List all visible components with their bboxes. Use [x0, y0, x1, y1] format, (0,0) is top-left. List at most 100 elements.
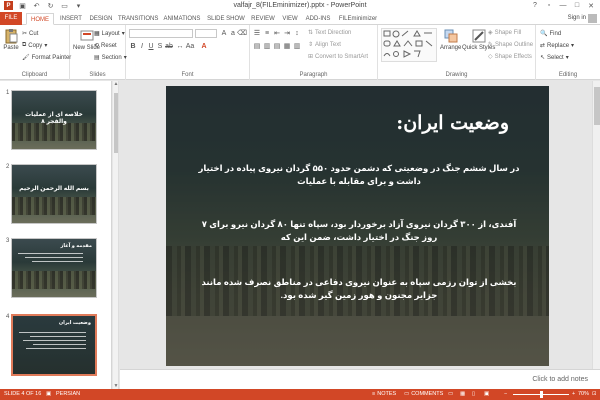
justify-icon[interactable]: ▦ — [283, 42, 291, 50]
slide-title[interactable]: وضعیت ایران: — [396, 112, 509, 134]
font-name-box[interactable] — [129, 29, 193, 38]
format-painter-button[interactable]: 🖌 Format Painter — [22, 54, 71, 62]
spelling-check-icon[interactable]: ▣ — [46, 391, 51, 397]
language-indicator[interactable]: PERSIAN — [56, 391, 80, 397]
underline-icon[interactable]: U — [147, 42, 155, 50]
zoom-level[interactable]: 70% — [578, 391, 589, 397]
chevron-down-icon: ▾ — [44, 43, 48, 49]
increase-font-size-icon[interactable]: A — [220, 29, 228, 37]
comment-icon: ▭ — [404, 391, 410, 397]
numbering-icon[interactable]: ≡ — [263, 29, 271, 37]
italic-icon[interactable]: I — [138, 42, 146, 50]
help-button[interactable]: ? — [528, 0, 542, 11]
shadow-icon[interactable]: S — [156, 42, 164, 50]
avatar[interactable] — [588, 14, 597, 23]
notes-placeholder[interactable]: Click to add notes — [532, 376, 588, 383]
notes-icon: ≡ — [372, 391, 376, 397]
paint-bucket-icon: ◈ — [488, 30, 493, 36]
bold-icon[interactable]: B — [129, 42, 137, 50]
change-case-icon[interactable]: Aa — [186, 42, 195, 50]
tab-home[interactable]: HOME — [26, 13, 54, 25]
slide-show-view-icon[interactable]: ▣ — [484, 391, 489, 397]
find-button[interactable]: 🔍 Find — [540, 30, 561, 38]
tab-design[interactable]: DESIGN — [88, 13, 114, 25]
tab-animations[interactable]: ANIMATIONS — [162, 13, 202, 25]
clear-formatting-icon[interactable]: ⌫ — [237, 29, 247, 37]
slide-bullet-3[interactable]: بخشی از توان رزمی سپاه به عنوان نیروی دف… — [194, 276, 524, 302]
normal-view-icon[interactable]: ▭ — [448, 391, 453, 397]
scrollbar-thumb[interactable] — [114, 93, 118, 153]
decrease-font-size-icon[interactable]: a — [229, 29, 237, 37]
ribbon: Paste ✂ Cut ⧉ Copy ▾ 🖌 Format Painter Clipbo… — [0, 25, 600, 80]
tab-slide-show[interactable]: SLIDE SHOW — [206, 13, 246, 25]
reset-button[interactable]: ⟲ Reset — [94, 42, 117, 50]
thumbnail-scrollbar[interactable]: ▲ ▼ — [113, 81, 119, 389]
line-spacing-icon[interactable]: ↕ — [293, 29, 301, 37]
slide-counter: SLIDE 4 OF 16 — [4, 391, 42, 397]
new-slide-icon — [79, 28, 95, 44]
thumbnail-number: 2 — [6, 164, 10, 170]
comments-toggle-button[interactable]: ▭ COMMENTS — [404, 391, 443, 397]
slide-thumbnail-3[interactable]: مقدمه و آغاز — [11, 238, 97, 298]
increase-indent-icon[interactable]: ⇥ — [283, 29, 291, 37]
notes-toggle-button[interactable]: ≡ NOTES — [372, 391, 396, 397]
sign-in-link[interactable]: Sign in — [568, 15, 586, 21]
tab-file[interactable]: FILE — [0, 12, 22, 25]
notes-pane[interactable]: Click to add notes — [120, 369, 600, 389]
shapes-gallery[interactable] — [381, 28, 437, 62]
tab-add-ins[interactable]: ADD-INS — [304, 13, 332, 25]
decrease-indent-icon[interactable]: ⇤ — [273, 29, 281, 37]
layout-button[interactable]: ▦ Layout ▾ — [94, 30, 125, 38]
tab-transitions[interactable]: TRANSITIONS — [118, 13, 158, 25]
scrollbar-thumb[interactable] — [594, 87, 600, 125]
shape-outline-button[interactable]: ✎ Shape Outline — [488, 41, 533, 49]
font-color-icon[interactable]: A — [200, 42, 208, 50]
tab-view[interactable]: VIEW — [280, 13, 300, 25]
window-title: valfajr_8(FILEminimizer).pptx - PowerPoi… — [233, 2, 367, 9]
section-button[interactable]: ▤ Section ▾ — [94, 54, 127, 62]
scissors-icon: ✂ — [22, 31, 28, 37]
slide-thumbnail-2[interactable]: بسم الله الرحمن الرحيم — [11, 164, 97, 224]
maximize-button[interactable]: □ — [570, 0, 584, 11]
bullets-icon[interactable]: ☰ — [253, 29, 261, 37]
slide-sorter-view-icon[interactable]: ▦ — [460, 391, 465, 397]
columns-icon[interactable]: ▥ — [293, 42, 301, 50]
current-slide[interactable]: وضعیت ایران: در سال ششم جنگ در وضعیتی که… — [166, 86, 549, 366]
close-button[interactable]: ✕ — [584, 0, 598, 11]
align-center-icon[interactable]: ▥ — [263, 42, 271, 50]
thumbnail-number: 4 — [6, 314, 10, 320]
ribbon-display-options-icon[interactable]: ▫ — [542, 0, 556, 11]
shape-fill-button[interactable]: ◈ Shape Fill — [488, 29, 521, 37]
zoom-out-icon[interactable]: − — [504, 391, 507, 397]
layout-icon: ▦ — [94, 31, 100, 37]
minimize-button[interactable]: — — [556, 0, 570, 11]
convert-smartart-button[interactable]: ⊞ Convert to SmartArt — [308, 53, 368, 61]
scroll-up-icon[interactable]: ▲ — [113, 81, 119, 87]
font-size-box[interactable] — [195, 29, 217, 38]
replace-button[interactable]: ⇄ Replace ▾ — [540, 42, 574, 50]
slide-bullet-1[interactable]: در سال ششم جنگ در وضعیتی که دشمن حدود ۵۵… — [194, 162, 524, 188]
slide-bullet-2[interactable]: آفندی، از ۳۰۰ گردان نیروی آزاد برخوردار … — [194, 218, 524, 244]
cut-button[interactable]: ✂ Cut — [22, 30, 38, 38]
slide-thumbnail-4[interactable]: وضعیت ایران — [11, 314, 97, 376]
align-left-icon[interactable]: ▤ — [253, 42, 261, 50]
strikethrough-icon[interactable]: ab — [165, 42, 173, 50]
slide-thumbnail-1[interactable]: خلاصه ای از عملیات والفجر ۸ — [11, 90, 97, 150]
tab-review[interactable]: REVIEW — [250, 13, 276, 25]
character-spacing-icon[interactable]: ↔ — [176, 42, 184, 50]
select-button[interactable]: ↖ Select ▾ — [540, 54, 569, 62]
tab-insert[interactable]: INSERT — [58, 13, 84, 25]
fit-slide-icon[interactable]: ⊡ — [592, 391, 597, 397]
slide-scrollbar[interactable] — [592, 81, 600, 369]
zoom-slider-handle[interactable] — [540, 391, 543, 398]
shape-effects-button[interactable]: ◇ Shape Effects — [488, 53, 532, 61]
arrange-button[interactable]: Arrange — [440, 28, 461, 51]
zoom-in-icon[interactable]: + — [572, 391, 575, 397]
tab-fileminimizer[interactable]: FILEminimizer — [336, 13, 380, 25]
text-direction-button[interactable]: ⇅ Text Direction — [308, 29, 351, 37]
reading-view-icon[interactable]: ▯ — [472, 391, 475, 397]
copy-button[interactable]: ⧉ Copy ▾ — [22, 42, 47, 49]
paste-button[interactable]: Paste — [3, 28, 19, 51]
align-right-icon[interactable]: ▤ — [273, 42, 281, 50]
align-text-button[interactable]: ⇕ Align Text — [308, 41, 341, 49]
